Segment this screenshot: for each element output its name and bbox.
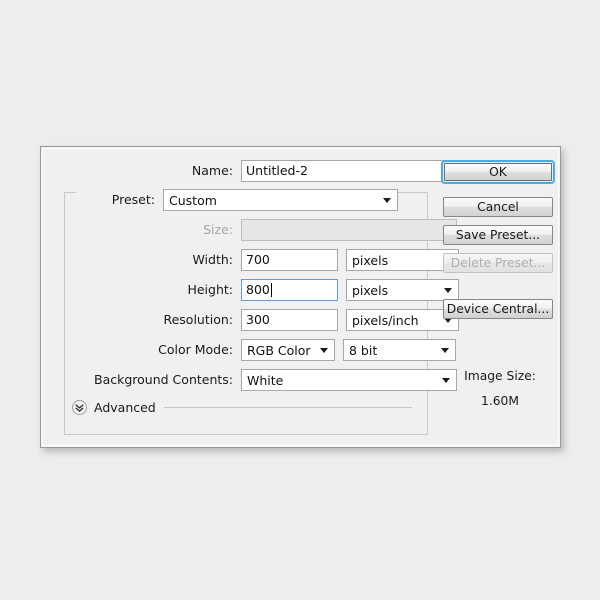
preset-dropdown-value: Custom [169,193,217,208]
chevron-down-icon [320,348,328,353]
cancel-button[interactable]: Cancel [443,197,553,217]
spacer [443,184,557,197]
width-input[interactable]: 700 [241,249,338,271]
resolution-row: Resolution: 300 pixels/inch [153,309,459,331]
new-document-dialog: Name: Untitled-2 Preset: Custom Size: [40,146,561,448]
width-row: Width: 700 pixels [153,249,459,271]
image-size-label: Image Size: [443,364,557,389]
ok-button-label: OK [489,165,507,179]
device-central-button-label: Device Central... [447,302,549,316]
preset-dropdown[interactable]: Custom [163,189,398,211]
size-row: Size: [163,219,457,241]
button-column: OK Cancel Save Preset... Delete Preset..… [443,160,557,414]
dialog-inner-frame: Name: Untitled-2 Preset: Custom Size: [42,148,559,446]
advanced-separator-line [164,407,412,408]
chevron-double-down-icon[interactable] [72,400,87,415]
height-label: Height: [153,279,233,301]
group-box-left-edge [64,192,65,435]
spacer [443,273,557,299]
preset-row: Preset: Custom [83,189,398,211]
color-mode-value: RGB Color [247,343,311,358]
height-input[interactable]: 800 [241,279,338,301]
color-mode-row: Color Mode: RGB Color 8 bit [143,339,456,361]
preset-label: Preset: [83,189,155,211]
background-contents-dropdown[interactable]: White [241,369,457,391]
width-input-value: 700 [246,250,270,270]
height-input-value: 800 [246,280,270,300]
resolution-input-value: 300 [246,310,270,330]
delete-preset-button-label: Delete Preset... [451,256,545,270]
name-label: Name: [163,160,233,182]
size-dropdown [241,219,457,241]
advanced-disclosure[interactable]: Advanced [72,400,412,415]
cancel-button-label: Cancel [477,200,519,214]
spacer [443,217,557,225]
resolution-label: Resolution: [153,309,233,331]
image-size-value: 1.60M [443,389,557,414]
width-label: Width: [153,249,233,271]
group-box-top-left-edge [64,192,76,193]
ok-button-focus-ring[interactable]: OK [441,160,555,184]
background-contents-row: Background Contents: White [71,369,457,391]
group-box-bottom-edge [64,434,428,435]
height-row: Height: 800 pixels [153,279,459,301]
name-input[interactable]: Untitled-2 [241,160,466,182]
screen: Name: Untitled-2 Preset: Custom Size: [0,0,600,600]
save-preset-button-label: Save Preset... [456,228,540,242]
resolution-unit-value: pixels/inch [352,313,419,328]
name-input-value: Untitled-2 [246,161,308,181]
advanced-label: Advanced [94,400,156,415]
spacer [443,245,557,253]
spacer [443,319,557,364]
bit-depth-value: 8 bit [349,343,377,358]
color-mode-dropdown[interactable]: RGB Color [241,339,335,361]
save-preset-button[interactable]: Save Preset... [443,225,553,245]
width-unit-value: pixels [352,253,388,268]
resolution-input[interactable]: 300 [241,309,338,331]
size-label: Size: [163,219,233,241]
height-unit-value: pixels [352,283,388,298]
background-contents-label: Background Contents: [71,369,233,391]
bit-depth-dropdown[interactable]: 8 bit [343,339,456,361]
background-contents-value: White [247,373,283,388]
ok-button[interactable]: OK [444,163,552,181]
chevron-down-icon [383,198,391,203]
color-mode-label: Color Mode: [143,339,233,361]
text-caret [271,283,272,297]
image-size-block: Image Size: 1.60M [443,364,557,414]
delete-preset-button: Delete Preset... [443,253,553,273]
device-central-button[interactable]: Device Central... [443,299,553,319]
name-row: Name: Untitled-2 [163,160,466,182]
